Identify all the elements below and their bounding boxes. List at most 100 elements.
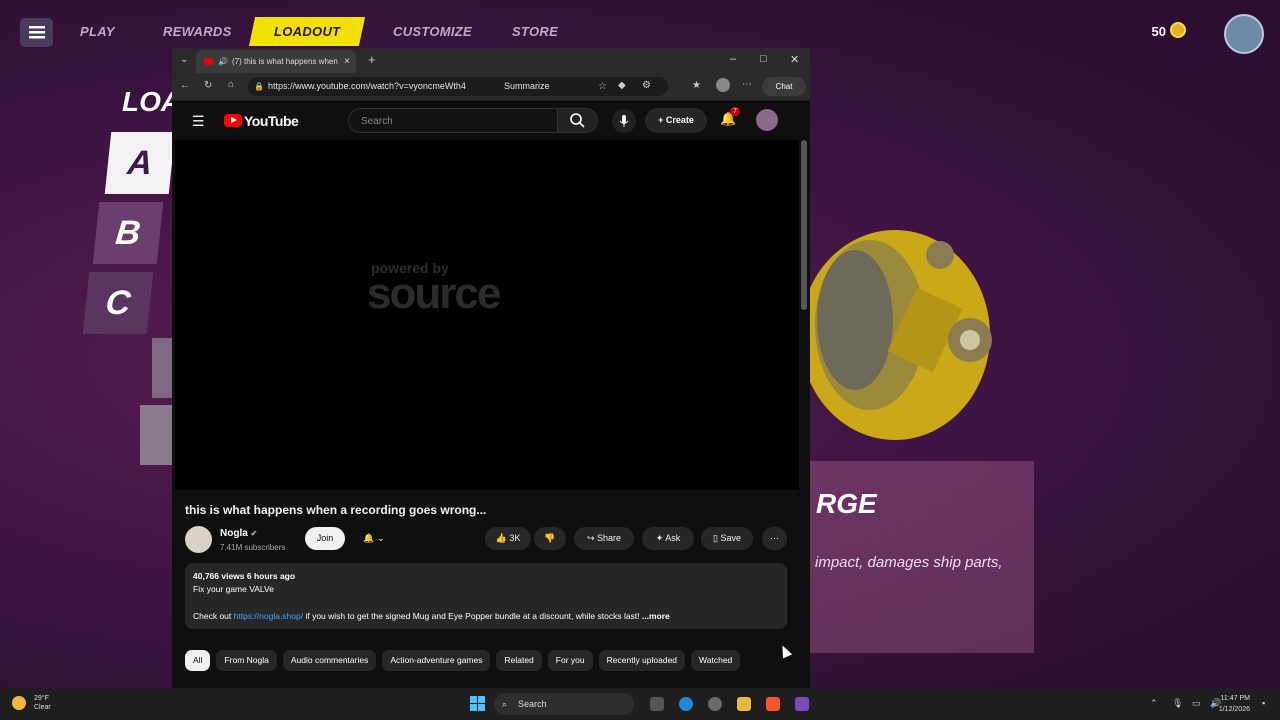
- loadout-slot-b[interactable]: B: [92, 202, 164, 264]
- nav-store[interactable]: STORE: [512, 24, 558, 39]
- youtube-logo-icon[interactable]: [224, 114, 242, 127]
- join-button[interactable]: Join: [305, 527, 345, 550]
- game-app-icon[interactable]: [795, 697, 809, 711]
- loadout-slot-c[interactable]: C: [82, 272, 154, 334]
- source-watermark: powered by source: [367, 260, 501, 316]
- windows-taskbar: 29°F Clear ⌕ Search ⌃ 🎙 ▭ 🔊 11:47 PM 1/1…: [0, 688, 1280, 720]
- lock-icon: 🔒: [254, 82, 264, 91]
- summarize-label[interactable]: Summarize: [504, 77, 550, 96]
- shop-link[interactable]: https://nogla.shop/: [234, 611, 303, 621]
- bookmark-icon: ▯: [713, 533, 718, 543]
- speaker-icon[interactable]: 🔊: [218, 57, 228, 66]
- search-input[interactable]: Search: [348, 108, 558, 133]
- taskbar-search-label: Search: [518, 699, 547, 709]
- chevron-down-icon: ⌄: [377, 533, 385, 543]
- chip-action-adventure[interactable]: Action-adventure games: [382, 650, 491, 671]
- network-icon[interactable]: ▭: [1192, 698, 1201, 709]
- extension-icon[interactable]: ◆: [618, 80, 626, 91]
- loadout-slot-d[interactable]: [152, 338, 174, 398]
- home-icon[interactable]: ⌂: [228, 79, 234, 90]
- nav-loadout[interactable]: LOADOUT: [248, 17, 366, 46]
- moon-weather-icon[interactable]: [12, 696, 26, 710]
- video-description[interactable]: 40,766 views 6 hours ago Fix your game V…: [185, 563, 787, 629]
- browser-tab[interactable]: 🔊 (7) this is what happens when ×: [196, 50, 356, 73]
- minimize-icon[interactable]: –: [730, 53, 736, 65]
- game-top-nav: PLAY REWARDS LOADOUT CUSTOMIZE STORE 50: [0, 14, 1280, 54]
- save-button[interactable]: ▯ Save: [701, 527, 753, 550]
- thumbs-down-icon: 👎: [544, 533, 556, 543]
- share-icon: ↪: [586, 533, 595, 543]
- copilot-chat-button[interactable]: Chat: [762, 77, 806, 96]
- refresh-icon[interactable]: ↻: [204, 80, 212, 91]
- chip-from-nogla[interactable]: From Nogla: [216, 650, 277, 671]
- chip-watched[interactable]: Watched: [691, 650, 741, 671]
- create-button[interactable]: + Create: [645, 108, 707, 133]
- channel-avatar[interactable]: [185, 526, 212, 553]
- window-close-icon[interactable]: ✕: [790, 53, 799, 66]
- file-explorer-icon[interactable]: [737, 697, 751, 711]
- new-tab-icon[interactable]: +: [368, 52, 376, 67]
- dislike-button[interactable]: 👎: [534, 527, 566, 550]
- nav-play[interactable]: PLAY: [80, 24, 115, 39]
- desc-prefix: Check out: [193, 611, 234, 621]
- more-actions-button[interactable]: ⋯: [762, 527, 787, 550]
- like-button[interactable]: 👍 3K: [485, 527, 531, 550]
- account-avatar[interactable]: [756, 109, 778, 131]
- loadout-slot-a[interactable]: A: [104, 132, 176, 194]
- hamburger-icon[interactable]: ☰: [192, 113, 205, 130]
- save-label: Save: [720, 533, 741, 543]
- player-avatar[interactable]: [1224, 14, 1264, 54]
- start-windows-icon[interactable]: [470, 696, 485, 711]
- show-more-link[interactable]: ...more: [642, 611, 670, 621]
- chip-for-you[interactable]: For you: [547, 650, 593, 671]
- favorite-star-icon[interactable]: ☆: [598, 77, 607, 96]
- nav-rewards[interactable]: REWARDS: [163, 24, 232, 39]
- desc-suffix: if you wish to get the signed Mug and Ey…: [303, 611, 640, 621]
- ask-label: Ask: [665, 533, 681, 543]
- edge-browser-icon[interactable]: [679, 697, 693, 711]
- menu-icon[interactable]: [20, 18, 53, 47]
- taskbar-search-icon: ⌕: [502, 699, 508, 709]
- search-button[interactable]: [558, 108, 598, 133]
- notification-center-icon[interactable]: ▪: [1262, 698, 1265, 708]
- nav-customize[interactable]: CUSTOMIZE: [393, 24, 472, 39]
- url-field[interactable]: 🔒 https://www.youtube.com/watch?v=vyoncm…: [248, 77, 668, 96]
- weather-widget[interactable]: 29°F Clear: [34, 694, 51, 712]
- tab-close-icon[interactable]: ×: [344, 56, 350, 67]
- settings-app-icon[interactable]: [708, 697, 722, 711]
- taskbar-clock[interactable]: 11:47 PM 1/12/2026: [1219, 693, 1250, 715]
- task-view-icon[interactable]: [650, 697, 664, 711]
- part-description: impact, damages ship parts,: [815, 554, 1003, 571]
- notification-badge: 7: [730, 107, 740, 116]
- channel-name[interactable]: Nogla ✔: [220, 528, 257, 539]
- chip-all[interactable]: All: [185, 650, 211, 671]
- page-scrollbar[interactable]: [801, 140, 807, 310]
- views-and-date: 40,766 views 6 hours ago: [193, 571, 296, 581]
- tab-list-chevron-icon[interactable]: ⌄: [180, 54, 188, 65]
- tray-chevron-icon[interactable]: ⌃: [1150, 698, 1158, 709]
- channel-name-text: Nogla: [220, 528, 248, 539]
- ship-part-image: [810, 230, 992, 440]
- chip-audio-commentaries[interactable]: Audio commentaries: [282, 650, 377, 671]
- share-button[interactable]: ↪ Share: [574, 527, 634, 550]
- subscribe-bell-button[interactable]: 🔔 ⌄: [353, 527, 395, 550]
- brave-browser-icon[interactable]: [766, 697, 780, 711]
- mic-button[interactable]: [612, 109, 636, 133]
- favorites-icon[interactable]: ★: [692, 80, 701, 91]
- settings-gear-icon[interactable]: ⚙: [642, 80, 651, 91]
- mic-tray-icon[interactable]: 🎙: [1172, 698, 1183, 709]
- chip-recently-uploaded[interactable]: Recently uploaded: [598, 650, 686, 671]
- tab-title: (7) this is what happens when: [231, 57, 338, 66]
- part-name: RGE: [816, 488, 877, 519]
- more-menu-icon[interactable]: ⋯: [742, 79, 752, 90]
- thumbs-up-icon: 👍: [495, 533, 507, 543]
- profile-icon[interactable]: [716, 78, 730, 92]
- ask-button[interactable]: ✦ Ask: [642, 527, 694, 550]
- chip-related[interactable]: Related: [496, 650, 542, 671]
- back-icon[interactable]: ←: [180, 80, 190, 91]
- taskbar-search[interactable]: ⌕ Search: [494, 693, 634, 715]
- maximize-icon[interactable]: □: [760, 53, 767, 65]
- loadout-slot-e[interactable]: [140, 405, 174, 465]
- video-player[interactable]: powered by source: [175, 140, 799, 490]
- youtube-logo-text[interactable]: YouTube: [244, 113, 299, 129]
